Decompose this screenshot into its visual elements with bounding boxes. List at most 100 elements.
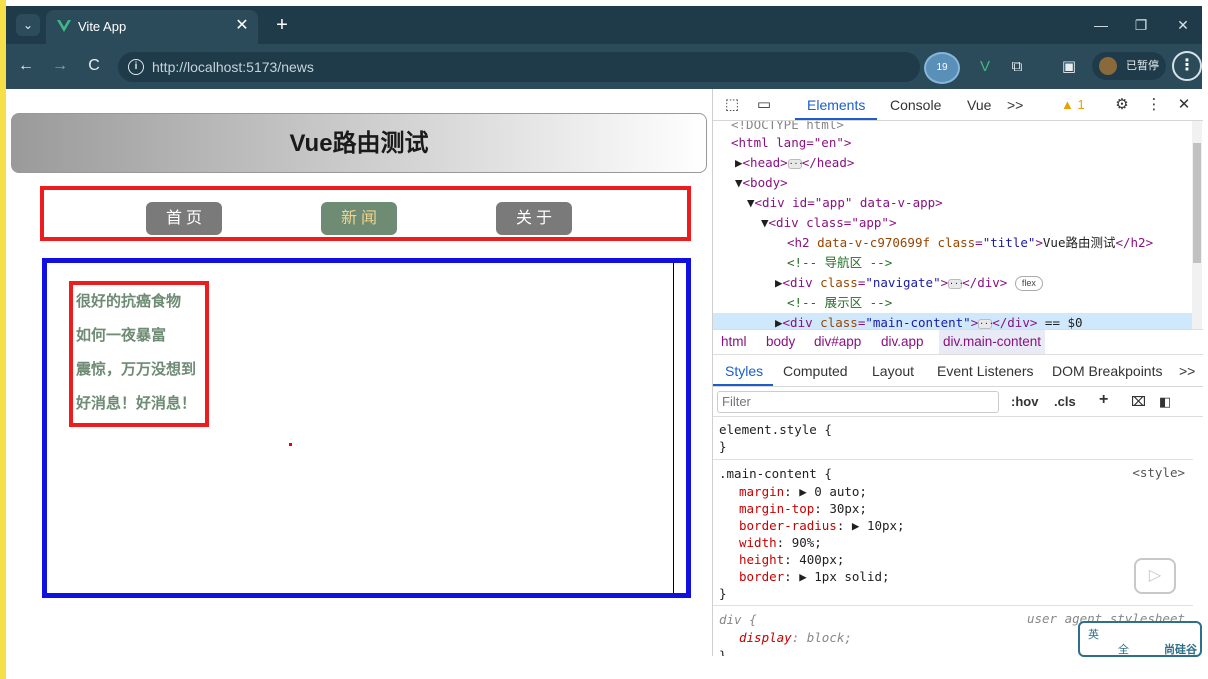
tab-search-button[interactable]: ⌄ (16, 14, 40, 36)
tab-layout[interactable]: Layout (872, 363, 914, 379)
url-bar[interactable]: i http://localhost:5173/news (118, 52, 920, 82)
new-rule-icon[interactable]: + (1099, 391, 1108, 409)
css-property[interactable]: border-radius: ▶ 10px; (739, 517, 905, 534)
avatar (1099, 57, 1117, 75)
crumb-html[interactable]: html (721, 334, 747, 349)
play-icon[interactable]: ▷ (1134, 558, 1176, 594)
sidebar-toggle-icon[interactable]: ◧ (1159, 394, 1171, 410)
navigate-bar: 首页 新闻 关于 (40, 186, 691, 241)
css-property[interactable]: margin: ▶ 0 auto; (739, 483, 867, 500)
paint-icon[interactable]: ⌧ (1131, 394, 1146, 410)
ua-rule-selector[interactable]: div { (719, 611, 757, 628)
restore-icon[interactable]: ❐ (1126, 14, 1156, 36)
active-subtab-indicator (713, 384, 773, 386)
close-window-icon[interactable]: ✕ (1168, 14, 1198, 36)
url-text: http://localhost:5173/news (152, 59, 314, 75)
news-link[interactable]: 好消息！好消息！ (73, 393, 205, 427)
vite-icon (57, 20, 71, 32)
back-icon[interactable]: ← (14, 54, 38, 78)
tab-console[interactable]: Console (890, 97, 941, 113)
dom-div-navigate[interactable]: ▶<div class="navigate">···</div> flex (775, 273, 1043, 293)
dom-scrollbar[interactable] (1192, 121, 1202, 329)
crumb-div-app[interactable]: div#app (814, 334, 861, 349)
main-content-rule-selector[interactable]: .main-content { (719, 465, 832, 482)
crumb-div-app-class[interactable]: div.app (881, 334, 924, 349)
dom-h2[interactable]: <h2 data-v-c970699f class="title">Vue路由测… (787, 233, 1153, 253)
active-tab-indicator (795, 118, 877, 120)
ime-lang-label[interactable]: 英 (1088, 626, 1099, 642)
close-tab-icon[interactable]: ✕ (232, 16, 252, 36)
more-subtabs-icon[interactable]: >> (1179, 363, 1195, 379)
mouse-cursor-dot (289, 443, 292, 446)
rule-source-link[interactable]: <style> (1132, 465, 1185, 480)
nav-about-link[interactable]: 关于 (496, 202, 572, 235)
dom-body[interactable]: ▼<body> (735, 173, 788, 193)
settings-gear-icon[interactable]: ⚙ (1111, 95, 1133, 115)
nav-home-link[interactable]: 首页 (146, 202, 222, 235)
rule-divider (713, 459, 1193, 460)
dom-div-app[interactable]: ▼<div id="app" data-v-app> (747, 193, 943, 213)
close-devtools-icon[interactable]: ✕ (1173, 95, 1195, 115)
css-property[interactable]: border: ▶ 1px solid; (739, 568, 890, 585)
tab-computed[interactable]: Computed (783, 363, 848, 379)
ime-width-label[interactable]: 全 (1118, 641, 1129, 657)
page-title: Vue路由测试 (11, 113, 707, 173)
browser-tab-bar: ⌄ Vite App ✕ + — ❐ ✕ (6, 6, 1202, 44)
crumb-body[interactable]: body (766, 334, 795, 349)
rule-close: } (719, 586, 727, 601)
dom-div-main-content[interactable]: ▶<div class="main-content">···</div> == … (713, 313, 1193, 329)
styles-subtabs: Styles Computed Layout Event Listeners D… (713, 355, 1203, 387)
dom-head[interactable]: ▶<head>···</head> (735, 153, 854, 173)
main-content: 很好的抗癌食物 如何一夜暴富 震惊，万万没想到 好消息！好消息！ (42, 258, 691, 598)
tab-dom-breakpoints[interactable]: DOM Breakpoints (1052, 363, 1162, 379)
tab-vue[interactable]: Vue (967, 97, 991, 113)
warnings-counter[interactable]: ▲ 1 (1061, 97, 1085, 112)
styles-filter-row: Filter :hov .cls + ⌧ ◧ (713, 387, 1203, 417)
ua-css-property[interactable]: display: block; (739, 629, 852, 646)
hov-toggle[interactable]: :hov (1011, 394, 1038, 409)
tab-elements[interactable]: Elements (807, 97, 865, 113)
browser-menu-icon[interactable]: ⋮ (1172, 51, 1202, 81)
browser-tab[interactable]: Vite App ✕ (46, 10, 258, 44)
css-property[interactable]: height: 400px; (739, 551, 844, 568)
dom-comment-nav[interactable]: <!-- 导航区 --> (787, 253, 892, 273)
profile-paused-button[interactable]: 已暂停 (1092, 52, 1166, 80)
vue-devtools-icon[interactable]: V (974, 56, 996, 78)
tab-event-listeners[interactable]: Event Listeners (937, 363, 1034, 379)
news-link[interactable]: 如何一夜暴富 (73, 325, 205, 359)
site-info-icon[interactable]: i (128, 59, 144, 75)
warning-icon: ▲ (1061, 97, 1074, 112)
dom-div-app-class[interactable]: ▼<div class="app"> (761, 213, 896, 233)
web-page: Vue路由测试 首页 新闻 关于 很好的抗癌食物 如何一夜暴富 震惊，万万没想到… (6, 89, 712, 656)
rule-close: } (719, 439, 727, 454)
ime-toolbar[interactable]: 英 全 尚硅谷 (1078, 621, 1202, 657)
dom-html[interactable]: <html lang="en"> (731, 133, 851, 153)
scrollbar-thumb[interactable] (1193, 143, 1201, 263)
css-property[interactable]: width: 90%; (739, 534, 822, 551)
devtools-menu-icon[interactable]: ⋮ (1143, 95, 1165, 115)
extensions-icon[interactable]: ⧉ (1006, 56, 1028, 78)
dom-comment-content[interactable]: <!-- 展示区 --> (787, 293, 892, 313)
cls-toggle[interactable]: .cls (1054, 394, 1076, 409)
reload-icon[interactable]: C (82, 54, 106, 78)
extension-badge-icon[interactable]: 19 (924, 52, 960, 84)
news-list: 很好的抗癌食物 如何一夜暴富 震惊，万万没想到 好消息！好消息！ (69, 281, 209, 427)
side-panel-icon[interactable]: ▣ (1058, 56, 1080, 78)
device-toolbar-icon[interactable]: ▭ (753, 95, 775, 115)
filter-input[interactable]: Filter (717, 391, 999, 413)
element-style-rule[interactable]: element.style { (719, 421, 832, 438)
minimize-icon[interactable]: — (1086, 14, 1116, 36)
tab-title: Vite App (78, 19, 127, 34)
nav-news-link[interactable]: 新闻 (321, 202, 397, 235)
tab-styles[interactable]: Styles (725, 363, 763, 379)
news-link[interactable]: 很好的抗癌食物 (73, 291, 205, 325)
css-property[interactable]: margin-top: 30px; (739, 500, 867, 517)
forward-icon[interactable]: → (48, 54, 72, 78)
rule-close: } (719, 648, 727, 656)
more-tabs-icon[interactable]: >> (1007, 97, 1023, 113)
devtools-panel: ⬚ ▭ Elements Console Vue >> ▲ 1 ⚙ ⋮ ✕ <!… (712, 89, 1203, 656)
news-link[interactable]: 震惊，万万没想到 (73, 359, 205, 393)
crumb-main-content[interactable]: div.main-content (939, 330, 1046, 354)
new-tab-button[interactable]: + (270, 13, 294, 37)
inspect-element-icon[interactable]: ⬚ (721, 95, 743, 115)
